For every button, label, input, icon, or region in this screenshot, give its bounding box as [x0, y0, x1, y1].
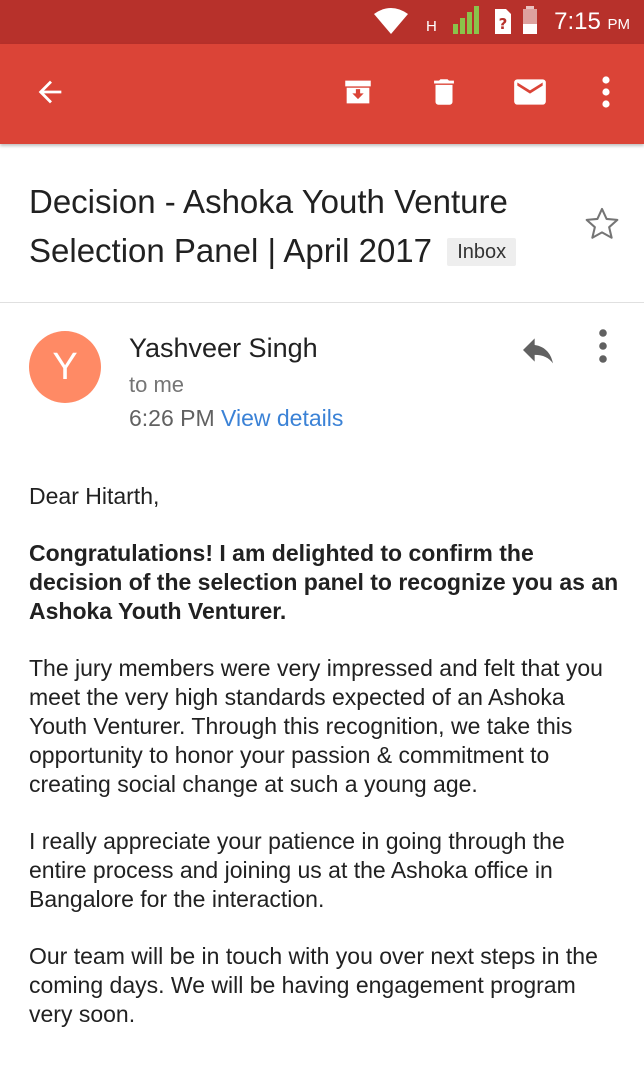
mark-unread-button[interactable] [502, 44, 558, 144]
overflow-menu-button[interactable] [586, 44, 626, 144]
timestamp-line: 6:26 PM View details [129, 405, 343, 432]
inbox-label[interactable]: Inbox [447, 238, 517, 266]
body-paragraph: I really appreciate your patience in goi… [29, 828, 565, 912]
status-bar: H ? 7:15 PM [0, 0, 644, 44]
battery-icon [520, 0, 540, 49]
recipient-line: to me [129, 372, 185, 397]
body-paragraph: Our team will be in touch with you over … [29, 943, 598, 1027]
reply-button[interactable] [518, 330, 558, 375]
email-subject: Decision - Ashoka Youth Venture Selectio… [29, 177, 569, 275]
star-button[interactable] [583, 205, 621, 248]
back-arrow-icon [33, 75, 67, 114]
email-body: Dear Hitarth, Congratulations! I am deli… [29, 482, 619, 1057]
app-toolbar [0, 44, 644, 144]
sim-icon: ? [492, 0, 514, 49]
sender-avatar[interactable]: Y [29, 331, 101, 403]
body-paragraph: The jury members were very impressed and… [29, 655, 603, 797]
delete-button[interactable] [416, 44, 472, 144]
received-time: 6:26 PM [129, 405, 215, 431]
highlight-paragraph: Congratulations! I am delighted to confi… [29, 540, 619, 624]
sender-name[interactable]: Yashveer Singh [129, 333, 318, 364]
svg-text:?: ? [499, 15, 508, 33]
overflow-menu-icon [598, 329, 608, 368]
delete-icon [427, 75, 461, 114]
network-type-label: H [426, 18, 437, 35]
signal-icon [451, 0, 481, 49]
mark-unread-icon [511, 73, 549, 116]
reply-icon [518, 338, 558, 374]
star-outline-icon [583, 207, 621, 247]
wifi-icon [372, 0, 410, 49]
view-details-link[interactable]: View details [221, 405, 343, 431]
subject-header: Decision - Ashoka Youth Venture Selectio… [0, 145, 644, 303]
message-more-button[interactable] [598, 328, 608, 369]
archive-button[interactable] [330, 44, 386, 144]
status-time: 7:15 PM [554, 8, 630, 35]
archive-icon [341, 75, 375, 114]
greeting: Dear Hitarth, [29, 483, 160, 509]
overflow-menu-icon [601, 75, 611, 113]
back-button[interactable] [20, 44, 80, 144]
